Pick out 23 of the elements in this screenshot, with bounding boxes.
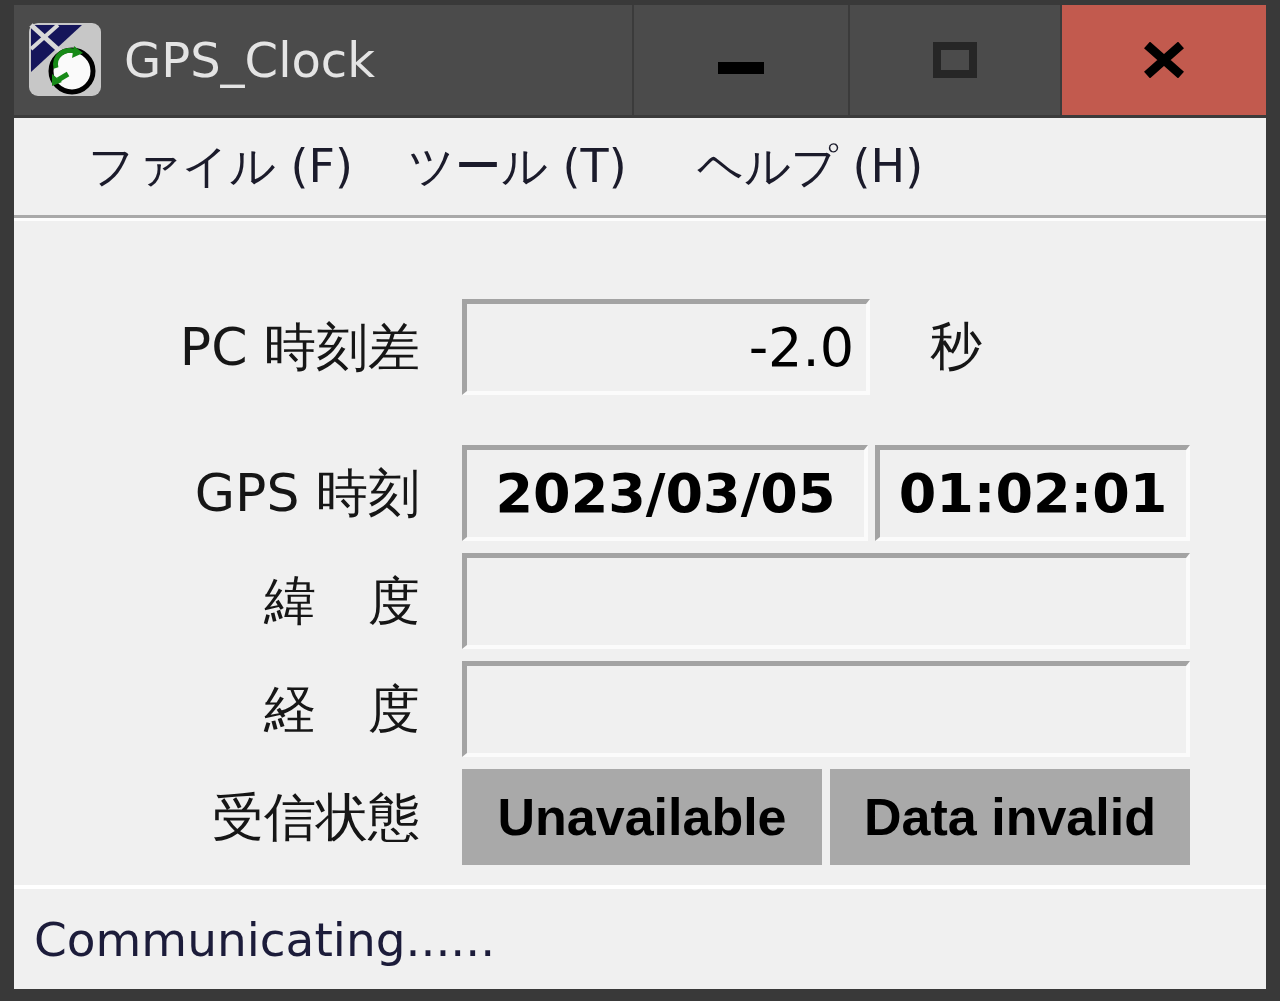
field-label: 経 度: [263, 677, 420, 741]
unit-label: 秒: [930, 315, 982, 378]
field-label: PC 時刻差: [178, 315, 420, 379]
minimize-icon: [718, 62, 764, 74]
satellite-icon: [28, 22, 102, 97]
close-icon: [1143, 42, 1185, 78]
text-field[interactable]: [462, 553, 1190, 649]
close-button[interactable]: [1060, 5, 1266, 115]
status-indicator: Data invalid: [830, 769, 1190, 865]
field-label: 受信状態: [211, 785, 420, 849]
field-label: 緯 度: [263, 569, 420, 633]
window-title: GPS_Clock: [124, 32, 376, 88]
number-field[interactable]: -2.0: [462, 299, 870, 395]
date-field[interactable]: 2023/03/05: [462, 445, 868, 541]
field-label: GPS 時刻: [193, 461, 420, 525]
menu-item[interactable]: ファイル (F): [84, 133, 357, 200]
status-indicator: Unavailable: [462, 769, 822, 865]
time-field[interactable]: 01:02:01: [875, 445, 1190, 541]
status-text: Communicating......: [34, 911, 496, 967]
menu-item[interactable]: ツール (T): [404, 133, 631, 200]
maximize-icon: [933, 42, 977, 78]
text-field[interactable]: [462, 661, 1190, 757]
menu-item[interactable]: ヘルプ (H): [693, 133, 928, 200]
